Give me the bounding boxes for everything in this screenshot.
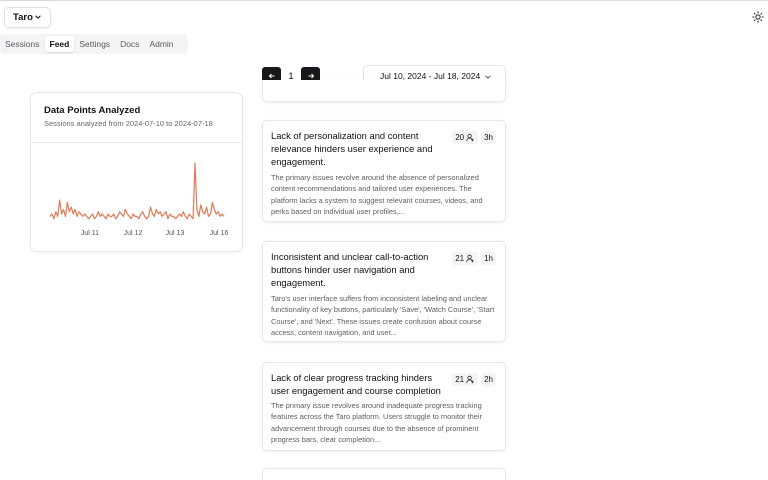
tab-settings[interactable]: Settings xyxy=(74,36,115,52)
arrow-right-icon xyxy=(308,73,314,79)
top-border xyxy=(0,0,768,1)
data-points-series-line xyxy=(49,162,225,220)
feed-card-description: The primary issue revolves around inadeq… xyxy=(271,401,482,445)
user-count: 21 xyxy=(455,254,465,263)
user-count-badge: 21 xyxy=(452,373,479,386)
users-icon xyxy=(466,375,474,384)
tab-sessions[interactable]: Sessions xyxy=(0,36,45,52)
workspace-selector[interactable]: Taro xyxy=(4,7,51,28)
feed-card-partial-top[interactable] xyxy=(262,80,506,102)
feed-card[interactable]: Inconsistent and unclear call-to-action … xyxy=(262,241,506,342)
time-badge: 2h xyxy=(481,373,496,386)
users-icon xyxy=(466,133,474,142)
tab-feed[interactable]: Feed xyxy=(44,36,75,52)
x-tick-label: Jul 13 xyxy=(166,230,185,237)
chevron-down-icon xyxy=(35,15,41,19)
x-tick-label: Jul 16 xyxy=(210,230,229,237)
data-points-chart: Jul 11 Jul 12 Jul 13 Jul 16 xyxy=(49,162,229,237)
x-tick-label: Jul 12 xyxy=(124,230,143,237)
feed-card-title: Lack of clear progress tracking hinders … xyxy=(271,372,441,396)
tab-admin[interactable]: Admin xyxy=(144,36,178,52)
feed-card-meta: 21 1h xyxy=(452,252,496,265)
sun-icon[interactable] xyxy=(752,11,764,23)
arrow-left-icon xyxy=(268,73,274,79)
user-count: 21 xyxy=(455,375,465,384)
users-icon xyxy=(466,254,474,263)
feed-card[interactable]: Lack of personalization and content rele… xyxy=(262,120,506,222)
chart-title: Data Points Analyzed xyxy=(44,105,141,116)
feed-card-meta: 20 3h xyxy=(452,131,496,144)
main-tabs: Sessions Feed Settings Docs Admin xyxy=(0,34,188,54)
feed-card-description: Taro's user interface suffers from incon… xyxy=(271,294,495,338)
feed-card-description: The primary issues revolve around the ab… xyxy=(271,173,483,217)
chart-subtitle: Sessions analyzed from 2024-07-10 to 202… xyxy=(44,119,213,128)
workspace-name: Taro xyxy=(13,12,33,23)
feed-card[interactable]: Lack of clear progress tracking hinders … xyxy=(262,362,506,451)
tab-docs[interactable]: Docs xyxy=(115,36,144,52)
feed-card-title: Inconsistent and unclear call-to-action … xyxy=(271,251,429,288)
feed-card-meta: 21 2h xyxy=(452,373,496,386)
user-count-badge: 20 xyxy=(452,131,479,144)
x-tick-label: Jul 11 xyxy=(81,230,99,237)
time-badge: 1h xyxy=(481,252,496,265)
feed-card-title: Lack of personalization and content rele… xyxy=(271,130,433,167)
user-count-badge: 21 xyxy=(452,252,479,265)
user-count: 20 xyxy=(455,133,465,142)
feed-card-partial-bottom[interactable] xyxy=(262,468,506,480)
time-badge: 3h xyxy=(481,131,496,144)
data-points-card: Data Points Analyzed Sessions analyzed f… xyxy=(30,92,243,252)
